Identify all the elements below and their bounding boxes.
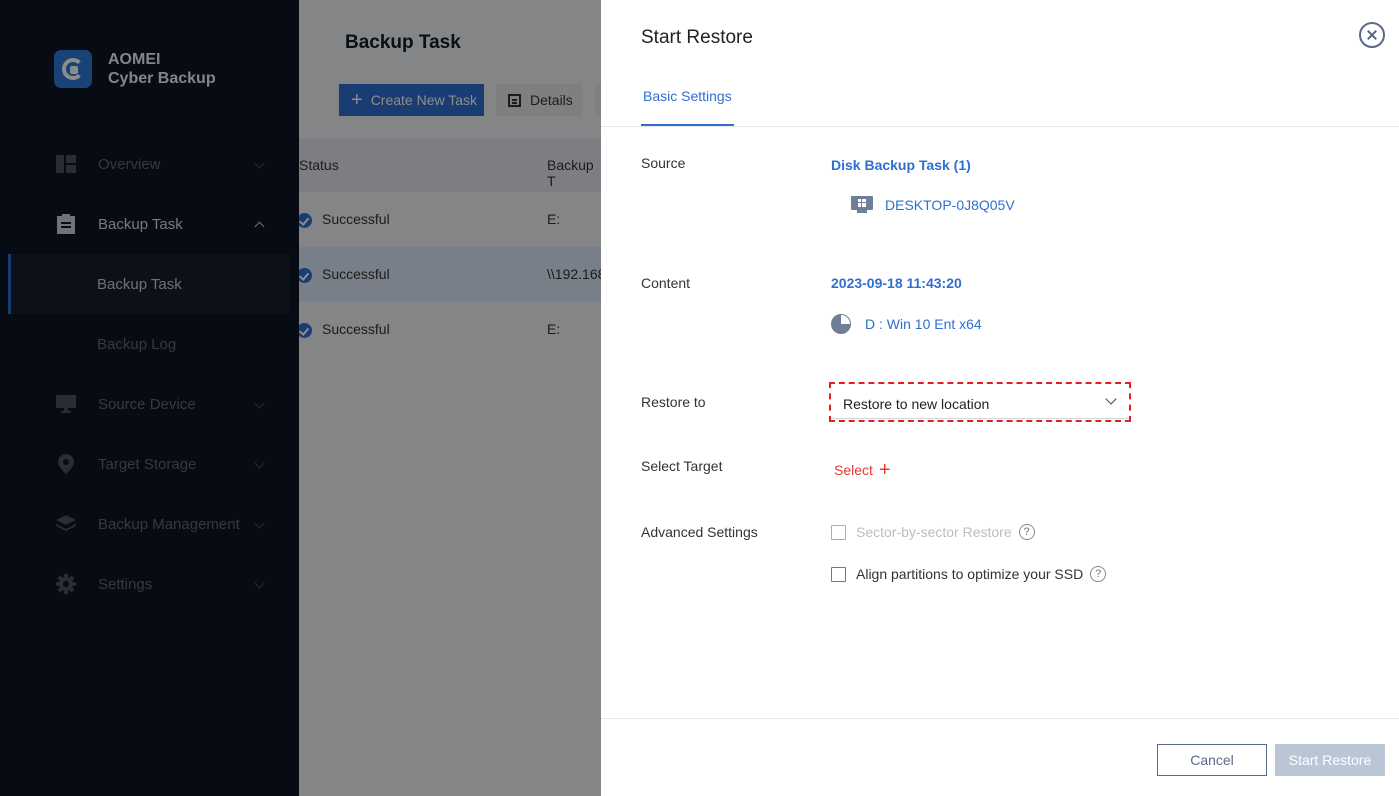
select-target-button[interactable]: Select + (834, 460, 891, 480)
source-label: Source (641, 155, 686, 171)
help-icon[interactable]: ? (1018, 524, 1035, 540)
source-device-name: DESKTOP-0J8Q05V (885, 196, 1015, 213)
modal-overlay[interactable] (0, 0, 601, 796)
restore-to-value: Restore to new location (843, 396, 990, 412)
restore-to-label: Restore to (641, 394, 706, 410)
select-target-text: Select (834, 462, 873, 478)
cancel-button[interactable]: Cancel (1157, 744, 1267, 776)
plus-icon: + (878, 459, 891, 481)
content-volume-name: D : Win 10 Ent x64 (865, 316, 982, 332)
restore-to-select[interactable]: Restore to new location (831, 385, 1131, 419)
source-task-link[interactable]: Disk Backup Task (1) (831, 157, 971, 173)
chevron-down-icon (1105, 393, 1117, 405)
tab-divider (601, 126, 1399, 127)
sector-by-sector-checkbox (831, 524, 846, 540)
tab-basic-settings[interactable]: Basic Settings (641, 88, 734, 126)
close-icon[interactable] (1359, 22, 1385, 48)
help-icon[interactable]: ? (1090, 566, 1107, 582)
computer-icon (851, 196, 873, 213)
align-partitions-option[interactable]: Align partitions to optimize your SSD ? (831, 566, 1107, 582)
content-time-link[interactable]: 2023-09-18 11:43:20 (831, 275, 962, 291)
select-target-label: Select Target (641, 458, 723, 474)
footer-divider (601, 718, 1399, 719)
align-partitions-label: Align partitions to optimize your SSD (856, 566, 1084, 582)
disk-usage-icon (831, 314, 851, 334)
content-volume: D : Win 10 Ent x64 (831, 314, 982, 334)
sector-by-sector-label: Sector-by-sector Restore (856, 524, 1012, 540)
advanced-settings-label: Advanced Settings (641, 524, 758, 540)
source-device: DESKTOP-0J8Q05V (851, 196, 1015, 213)
sector-by-sector-option: Sector-by-sector Restore ? (831, 524, 1035, 540)
start-restore-drawer: Start Restore Basic Settings Source Disk… (601, 0, 1399, 796)
start-restore-button[interactable]: Start Restore (1275, 744, 1385, 776)
drawer-title: Start Restore (641, 27, 753, 48)
align-partitions-checkbox[interactable] (831, 566, 846, 582)
content-label: Content (641, 275, 691, 291)
